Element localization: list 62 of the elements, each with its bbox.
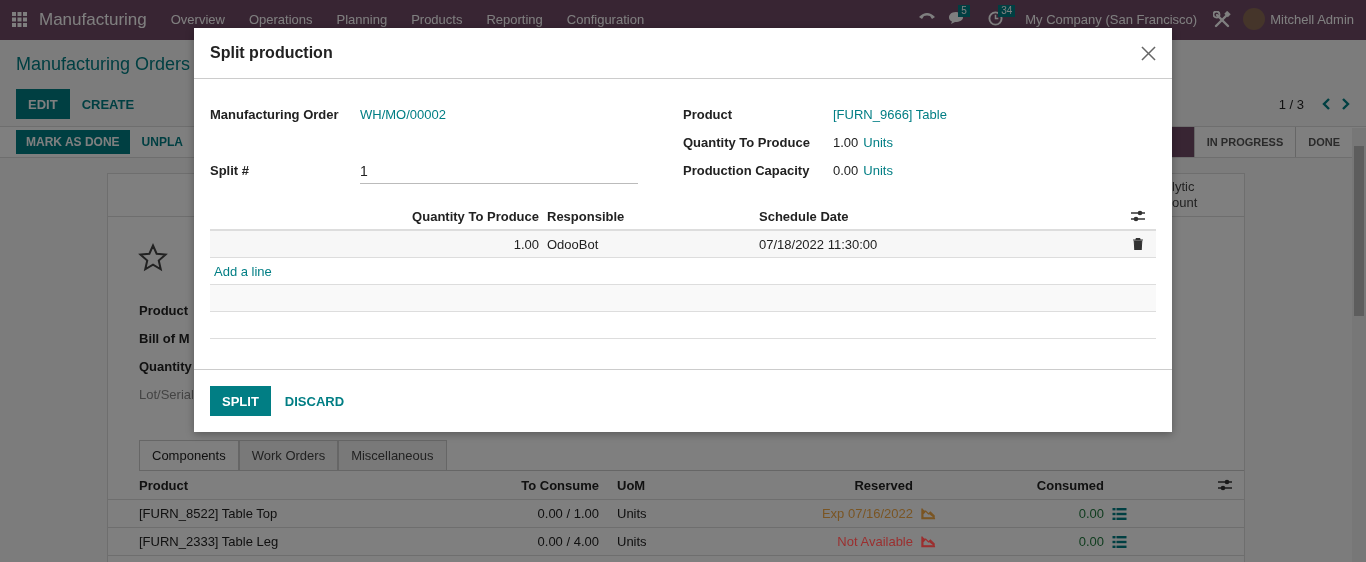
menu-item[interactable]: Operations	[248, 12, 313, 27]
dialog-button[interactable]: DISCARD	[272, 386, 357, 416]
tab[interactable]: Work Orders	[238, 440, 339, 470]
table-cell-text: Units	[616, 534, 648, 549]
split-count-input[interactable]: 1	[360, 163, 638, 184]
field-label: Bill of M	[139, 331, 190, 348]
table-row[interactable]: 1.00 OdooBot 07/18/2022 11:30:00	[210, 231, 1156, 258]
menu-item[interactable]: Products	[411, 12, 463, 27]
column-header[interactable]: Consumed	[944, 477, 1104, 493]
table-cell-text: 0.00	[1077, 534, 1104, 549]
tab[interactable]: Components	[139, 440, 239, 470]
toolbar-button[interactable]: CREATE	[69, 89, 147, 119]
menu-item[interactable]: Planning	[336, 12, 388, 27]
table-cell-text: Exp 07/16/2022	[820, 506, 913, 521]
field-label: Manufacturing Order	[210, 107, 340, 122]
activity-count-badge: 34	[998, 5, 1016, 17]
table-cell-text: OdooBot	[546, 236, 600, 252]
message-count-badge: 5	[958, 5, 970, 17]
order-link[interactable]: WH/MO/00002	[360, 107, 446, 122]
table-cell-text: Units	[616, 506, 648, 521]
product-link[interactable]: [FURN_9666] Table	[833, 107, 947, 122]
table-cell-text: 0.00 / 1.00	[536, 506, 599, 521]
field-value: 1.00	[833, 135, 859, 150]
table-cell-text: 0.00 / 4.00	[536, 534, 599, 549]
table-cell-text: Not Available	[836, 534, 913, 549]
column-header[interactable]: Reserved	[699, 477, 913, 493]
menu-item[interactable]: Overview	[170, 12, 225, 27]
toolbar-button[interactable]: EDIT	[16, 89, 70, 119]
column-header[interactable]: UoM	[599, 477, 699, 493]
app-name: Manufacturing	[39, 10, 147, 30]
status-stage[interactable]: IN PROGRESS	[1193, 127, 1296, 157]
menu-item[interactable]: Reporting	[486, 12, 543, 27]
user-name[interactable]: Mitchell Admin	[1270, 12, 1354, 27]
action-button[interactable]: MARK AS DONE	[16, 130, 130, 154]
column-header[interactable]: Responsible	[539, 208, 759, 224]
add-line-link[interactable]: Add a line	[214, 263, 272, 279]
column-header[interactable]: Quantity To Produce	[210, 208, 539, 224]
dialog-button[interactable]: SPLIT	[210, 386, 271, 416]
company-switcher[interactable]: My Company (San Francisco)	[1025, 12, 1198, 27]
column-header[interactable]: Schedule Date	[759, 208, 1120, 224]
field-label: Split #	[210, 163, 250, 178]
field-label: Production Capacity	[683, 163, 811, 178]
pager-value: 1 / 3	[1278, 96, 1304, 112]
menu-item[interactable]: Configuration	[566, 12, 645, 27]
field-value: 0.00	[833, 163, 859, 178]
unit-link[interactable]: Units	[863, 163, 893, 178]
table-cell-text: 0.00	[1077, 506, 1104, 521]
tab[interactable]: Miscellaneous	[338, 440, 447, 470]
table-cell-text: 07/18/2022 11:30:00	[759, 236, 879, 252]
field-label: Lot/Serial	[139, 387, 194, 404]
field-label: Product	[139, 303, 189, 320]
table-cell-text: 1.00	[512, 236, 539, 252]
column-header[interactable]: Product	[139, 477, 519, 493]
field-label: Quantity To Produce	[683, 135, 811, 150]
table-cell-text: [FURN_8522] Table Top	[139, 506, 279, 521]
action-button[interactable]: UNPLA	[129, 130, 193, 154]
column-header[interactable]: To Consume	[519, 477, 599, 493]
field-label: Quantity	[139, 359, 192, 376]
dialog-title: Split production	[210, 44, 333, 62]
field-label: Product	[683, 107, 734, 122]
table-cell-text: [FURN_2333] Table Leg	[139, 534, 280, 549]
unit-link[interactable]: Units	[863, 135, 893, 150]
